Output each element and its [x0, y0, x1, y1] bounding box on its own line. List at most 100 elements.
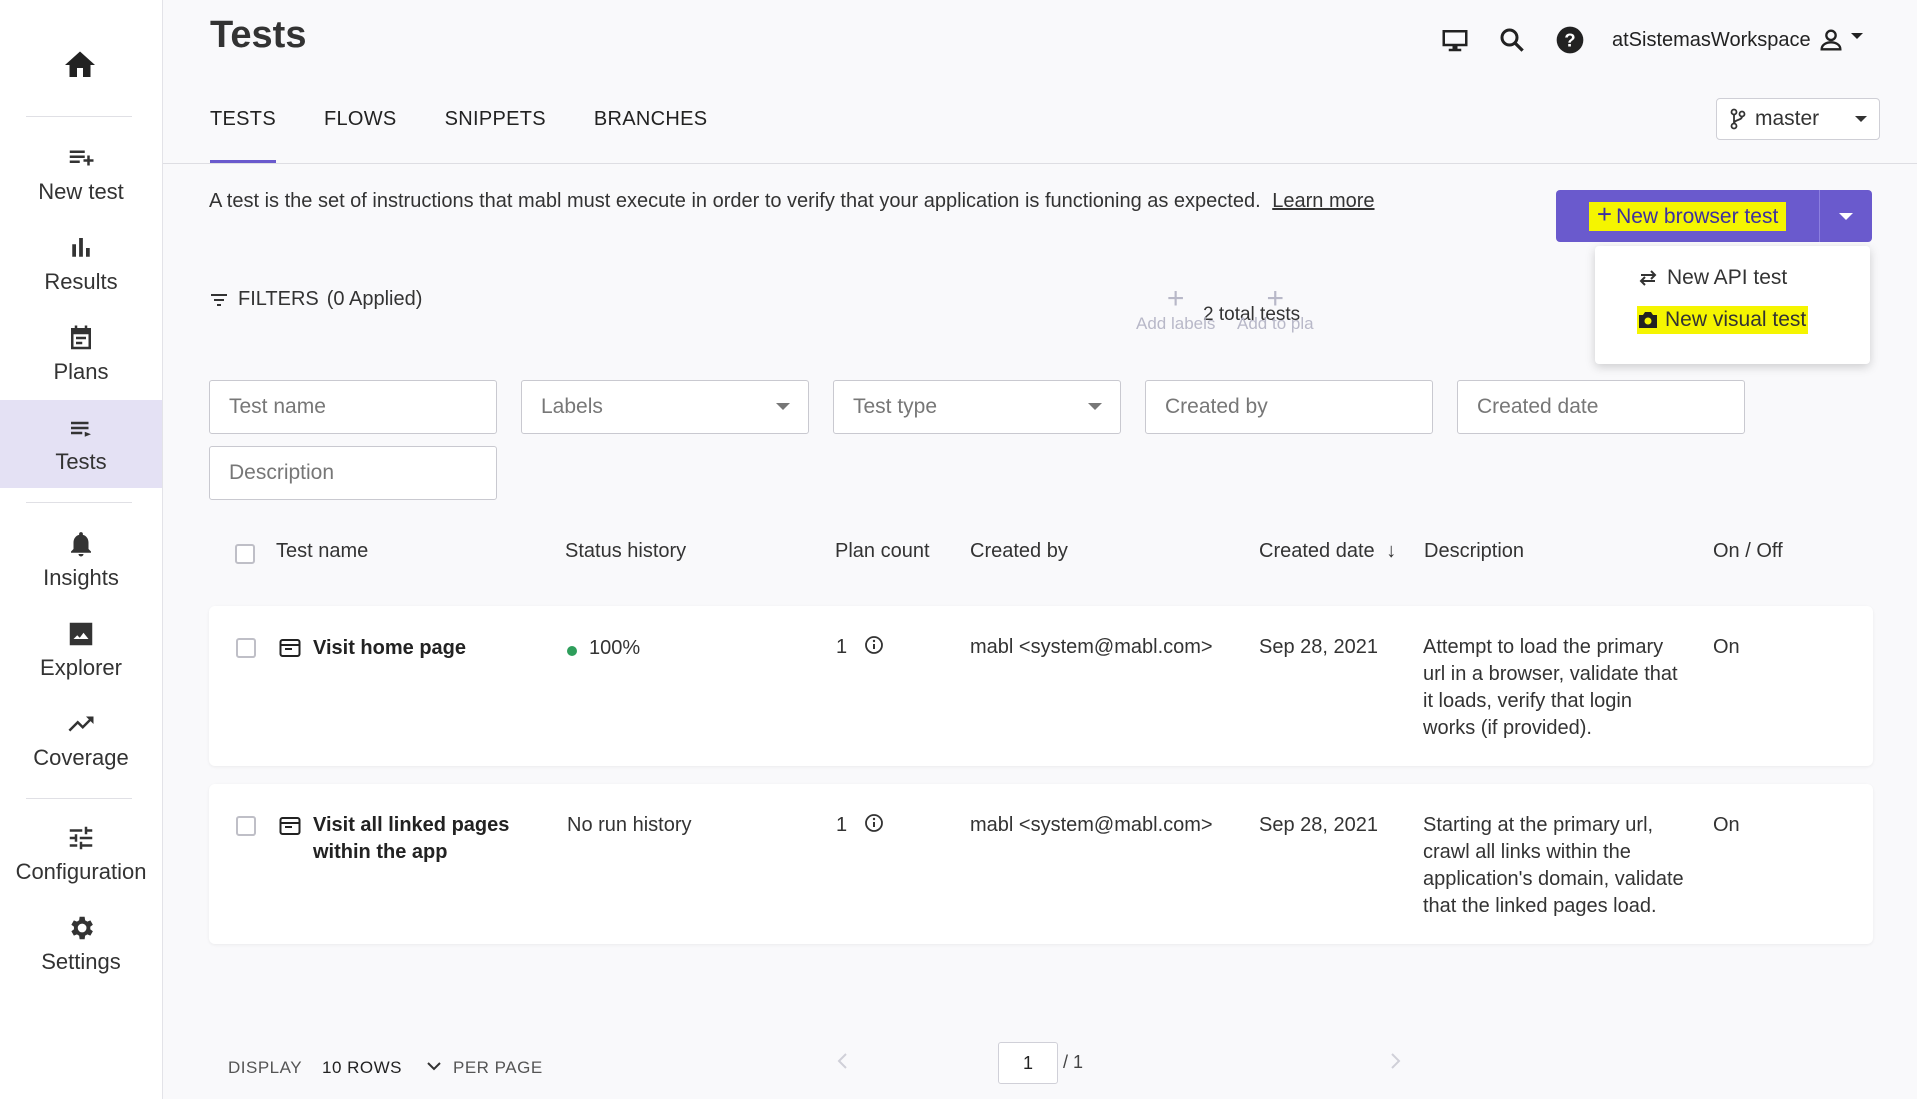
- tab-branches[interactable]: BRANCHES: [594, 108, 708, 164]
- header-actions: ? atSistemasWorkspace: [1440, 20, 1863, 60]
- learn-more-link[interactable]: Learn more: [1272, 190, 1374, 212]
- sidebar-item-explorer[interactable]: Explorer: [0, 606, 162, 694]
- caret-down-icon: [776, 403, 790, 410]
- table-row[interactable]: Visit home page 100% 1 mabl <system@mabl…: [209, 606, 1873, 766]
- plus-icon: +: [1596, 198, 1613, 229]
- column-header-on-off[interactable]: On / Off: [1713, 540, 1783, 563]
- intro-text: A test is the set of instructions that m…: [209, 190, 1375, 213]
- test-name[interactable]: Visit all linked pages within the app: [313, 812, 509, 866]
- on-off-status[interactable]: On: [1713, 634, 1740, 661]
- tab-tests[interactable]: TESTS: [210, 108, 276, 164]
- description-filter[interactable]: Description: [209, 446, 497, 500]
- tab-snippets[interactable]: SNIPPETS: [445, 108, 546, 164]
- chevron-down-icon[interactable]: [426, 1060, 442, 1072]
- column-header-test-name[interactable]: Test name: [276, 540, 368, 563]
- sidebar-item-settings[interactable]: Settings: [0, 900, 162, 988]
- sidebar-item-label: New test: [38, 179, 124, 204]
- sidebar-item-tests[interactable]: Tests: [0, 400, 162, 488]
- add-labels-button[interactable]: + Add labels: [1136, 284, 1215, 334]
- rows-per-page-value[interactable]: 10 ROWS: [322, 1058, 402, 1078]
- column-header-created-by[interactable]: Created by: [970, 540, 1068, 563]
- created-date: Sep 28, 2021: [1259, 636, 1378, 658]
- plan-count: 1: [836, 814, 848, 836]
- tab-flows[interactable]: FLOWS: [324, 108, 397, 164]
- created-date-filter[interactable]: Created date: [1457, 380, 1745, 434]
- sidebar-item-new-test[interactable]: New test: [0, 130, 162, 218]
- test-name-line: Visit all linked pages: [313, 814, 510, 836]
- sidebar-item-label: Results: [44, 269, 118, 294]
- workspace-name[interactable]: atSistemasWorkspace: [1612, 29, 1811, 52]
- new-test-menu: New API test New visual test: [1595, 246, 1870, 364]
- test-type-filter[interactable]: Test type: [833, 380, 1121, 434]
- row-checkbox[interactable]: [236, 816, 256, 836]
- column-header-status-history[interactable]: Status history: [565, 540, 686, 563]
- labels-filter[interactable]: Labels: [521, 380, 809, 434]
- gear-icon: [71, 916, 93, 940]
- sidebar-item-label: Coverage: [33, 745, 129, 770]
- sidebar-item-insights[interactable]: Insights: [0, 516, 162, 604]
- on-off-status[interactable]: On: [1713, 812, 1740, 839]
- menu-item-new-visual-test[interactable]: New visual test: [1637, 306, 1809, 334]
- list-icon: [71, 421, 91, 437]
- status-history: 100%: [589, 637, 641, 659]
- sort-down-arrow-icon: ↓: [1386, 540, 1397, 562]
- description-line: it loads, verify that login: [1423, 690, 1632, 712]
- sidebar-divider: [26, 798, 132, 799]
- image-icon: [69, 622, 93, 646]
- help-icon[interactable]: ?: [1554, 24, 1586, 56]
- caret-down-icon: [1839, 212, 1854, 220]
- filter-icon: [210, 293, 228, 307]
- created-by-placeholder: Created by: [1165, 395, 1268, 418]
- caret-down-icon[interactable]: [1850, 33, 1863, 39]
- main-content: Tests ? atSistemasWorkspace TESTS FLOWS …: [163, 0, 1917, 1099]
- test-name-placeholder: Test name: [229, 395, 326, 418]
- sidebar-item-results[interactable]: Results: [0, 220, 162, 308]
- filters-toggle[interactable]: FILTERS (0 Applied): [210, 288, 422, 311]
- column-header-created-date[interactable]: Created date ↓: [1259, 540, 1396, 563]
- user-icon[interactable]: [1817, 26, 1845, 54]
- bar-chart-icon: [72, 238, 90, 257]
- add-to-plan-button[interactable]: + Add to pla: [1237, 284, 1314, 334]
- created-date: Sep 28, 2021: [1259, 814, 1378, 836]
- sidebar-item-label: Insights: [43, 565, 119, 590]
- search-icon[interactable]: [1497, 25, 1527, 55]
- test-name[interactable]: Visit home page: [313, 635, 466, 662]
- caret-down-icon: [1088, 403, 1102, 410]
- created-by-filter[interactable]: Created by: [1145, 380, 1433, 434]
- description: Starting at the primary url, crawl all l…: [1423, 812, 1684, 920]
- sidebar-item-plans[interactable]: Plans: [0, 310, 162, 398]
- new-test-menu-toggle[interactable]: [1819, 190, 1872, 242]
- plan-count: 1: [836, 636, 848, 658]
- select-all-checkbox[interactable]: [235, 544, 255, 564]
- menu-item-highlight: New visual test: [1637, 306, 1809, 334]
- bell-icon: [71, 532, 91, 557]
- new-browser-test-button[interactable]: + New browser test: [1556, 190, 1819, 242]
- description-line: that the linked pages load.: [1423, 895, 1657, 917]
- test-name-filter[interactable]: Test name: [209, 380, 497, 434]
- branch-icon: [1729, 108, 1747, 130]
- page-number-input[interactable]: 1: [998, 1042, 1058, 1084]
- plus-icon: +: [1266, 282, 1285, 315]
- tab-bar: TESTS FLOWS SNIPPETS BRANCHES: [210, 108, 755, 164]
- created-date-placeholder: Created date: [1477, 395, 1599, 418]
- branch-selector[interactable]: master: [1716, 98, 1880, 140]
- monitor-icon[interactable]: [1440, 25, 1470, 55]
- chevron-left-icon[interactable]: [835, 1050, 851, 1072]
- info-icon[interactable]: [864, 813, 884, 833]
- created-by: mabl <system@mabl.com>: [970, 814, 1213, 836]
- table-row[interactable]: Visit all linked pages within the app No…: [209, 784, 1873, 944]
- info-icon[interactable]: [864, 635, 884, 655]
- menu-item-new-api-test[interactable]: New API test: [1637, 266, 1787, 290]
- sidebar-item-coverage[interactable]: Coverage: [0, 696, 162, 784]
- row-checkbox[interactable]: [236, 638, 256, 658]
- home-icon[interactable]: [55, 42, 105, 88]
- chevron-right-icon[interactable]: [1387, 1050, 1403, 1072]
- filters-label: FILTERS: [238, 288, 319, 310]
- column-header-plan-count[interactable]: Plan count: [835, 540, 930, 563]
- svg-text:?: ?: [1564, 30, 1575, 51]
- sidebar-item-configuration[interactable]: Configuration: [0, 810, 162, 898]
- camera-icon: [1637, 310, 1659, 330]
- column-header-description[interactable]: Description: [1424, 540, 1524, 563]
- sidebar-item-label: Tests: [55, 449, 107, 474]
- description-placeholder: Description: [229, 461, 335, 484]
